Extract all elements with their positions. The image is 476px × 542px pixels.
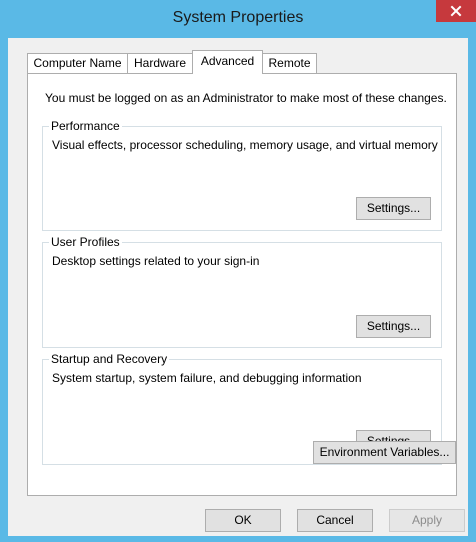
- title-bar[interactable]: System Properties: [0, 0, 476, 38]
- window-title: System Properties: [172, 9, 304, 26]
- performance-group-title: Performance: [49, 119, 122, 133]
- system-properties-window: System Properties Computer Name Hardware…: [0, 0, 476, 542]
- tab-advanced[interactable]: Advanced: [192, 50, 263, 74]
- user-profiles-group-title: User Profiles: [49, 235, 122, 249]
- advanced-tab-pane: You must be logged on as an Administrato…: [27, 73, 457, 496]
- close-button[interactable]: [436, 0, 476, 22]
- startup-recovery-group-title: Startup and Recovery: [49, 352, 170, 366]
- tab-computer-name[interactable]: Computer Name: [27, 53, 128, 73]
- tab-remote[interactable]: Remote: [262, 53, 317, 73]
- performance-settings-button[interactable]: Settings...: [356, 197, 431, 220]
- ok-button[interactable]: OK: [205, 509, 281, 532]
- user-profiles-group: User Profiles Desktop settings related t…: [42, 235, 442, 348]
- tab-hardware[interactable]: Hardware: [127, 53, 193, 73]
- performance-group: Performance Visual effects, processor sc…: [42, 119, 442, 231]
- admin-notice: You must be logged on as an Administrato…: [45, 91, 447, 105]
- environment-variables-button[interactable]: Environment Variables...: [313, 441, 456, 464]
- user-profiles-settings-button[interactable]: Settings...: [356, 315, 431, 338]
- performance-description: Visual effects, processor scheduling, me…: [52, 138, 438, 152]
- user-profiles-description: Desktop settings related to your sign-in: [52, 254, 260, 268]
- dialog-client-area: Computer Name Hardware Advanced Remote Y…: [8, 38, 468, 536]
- cancel-button[interactable]: Cancel: [297, 509, 373, 532]
- apply-button[interactable]: Apply: [389, 509, 465, 532]
- startup-recovery-description: System startup, system failure, and debu…: [52, 371, 362, 385]
- close-icon: [450, 5, 462, 17]
